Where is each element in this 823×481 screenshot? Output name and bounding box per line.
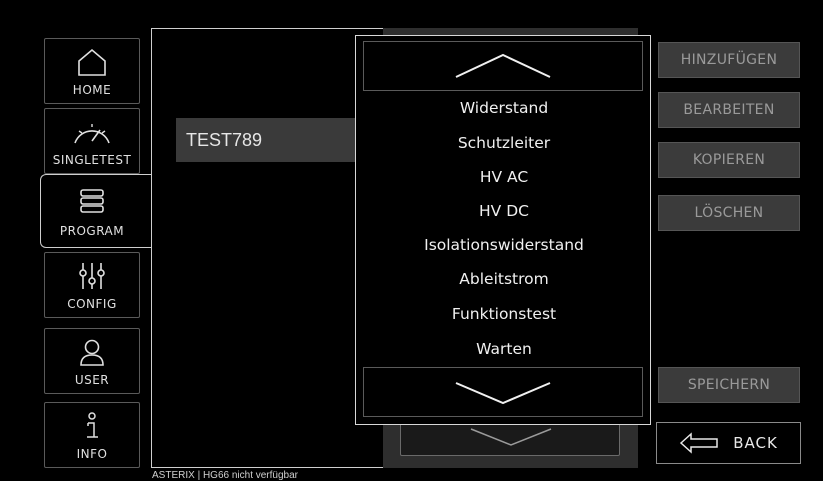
stack-icon bbox=[44, 184, 140, 218]
nav-config-button[interactable]: CONFIG bbox=[44, 252, 140, 318]
back-label: BACK bbox=[733, 434, 778, 452]
chevron-up-icon bbox=[455, 53, 551, 78]
dropdown-scroll-up-button[interactable] bbox=[363, 41, 643, 91]
nav-singletest-label: SINGLETEST bbox=[52, 153, 132, 167]
step-list-scroll-down-button[interactable] bbox=[400, 420, 620, 456]
dropdown-item-schutzleiter[interactable]: Schutzleiter bbox=[356, 126, 652, 160]
delete-button[interactable]: LÖSCHEN bbox=[658, 195, 800, 231]
dropdown-item-isolationswiderstand[interactable]: Isolationswiderstand bbox=[356, 228, 652, 262]
nav-home-label: HOME bbox=[72, 83, 112, 97]
info-icon bbox=[45, 409, 139, 443]
chevron-down-icon bbox=[470, 428, 552, 446]
nav-program-button[interactable]: PROGRAM bbox=[44, 178, 140, 244]
nav-info-button[interactable]: INFO bbox=[44, 402, 140, 468]
back-arrow-icon bbox=[680, 432, 718, 454]
dropdown-item-funktionstest[interactable]: Funktionstest bbox=[356, 297, 652, 331]
nav-user-label: USER bbox=[74, 373, 110, 387]
add-button[interactable]: HINZUFÜGEN bbox=[658, 42, 800, 78]
back-button[interactable]: BACK bbox=[656, 422, 801, 464]
nav-config-label: CONFIG bbox=[67, 297, 117, 311]
nav-program-label: PROGRAM bbox=[59, 224, 125, 238]
nav-home-button[interactable]: HOME bbox=[44, 38, 140, 104]
dropdown-item-hv-ac[interactable]: HV AC bbox=[356, 160, 652, 194]
dropdown-item-warten[interactable]: Warten bbox=[356, 332, 652, 366]
copy-button[interactable]: KOPIEREN bbox=[658, 142, 800, 178]
dropdown-scroll-down-button[interactable] bbox=[363, 367, 643, 417]
dropdown-item-ableitstrom[interactable]: Ableitstrom bbox=[356, 262, 652, 296]
nav-singletest-button[interactable]: SINGLETEST bbox=[44, 108, 140, 174]
gauge-icon bbox=[45, 115, 139, 149]
nav-user-button[interactable]: USER bbox=[44, 328, 140, 394]
home-icon bbox=[45, 45, 139, 79]
user-icon bbox=[45, 335, 139, 369]
step-type-dropdown: Widerstand Schutzleiter HV AC HV DC Isol… bbox=[355, 35, 651, 425]
dropdown-item-widerstand[interactable]: Widerstand bbox=[356, 91, 652, 125]
save-button[interactable]: SPEICHERN bbox=[658, 367, 800, 403]
program-name-field[interactable]: TEST789 bbox=[176, 118, 376, 162]
edit-button[interactable]: BEARBEITEN bbox=[658, 92, 800, 128]
nav-info-label: INFO bbox=[76, 447, 108, 461]
status-text: ASTERIX | HG66 nicht verfügbar bbox=[152, 470, 298, 481]
chevron-down-icon bbox=[455, 382, 551, 405]
dropdown-item-hv-dc[interactable]: HV DC bbox=[356, 194, 652, 228]
sliders-icon bbox=[45, 259, 139, 293]
